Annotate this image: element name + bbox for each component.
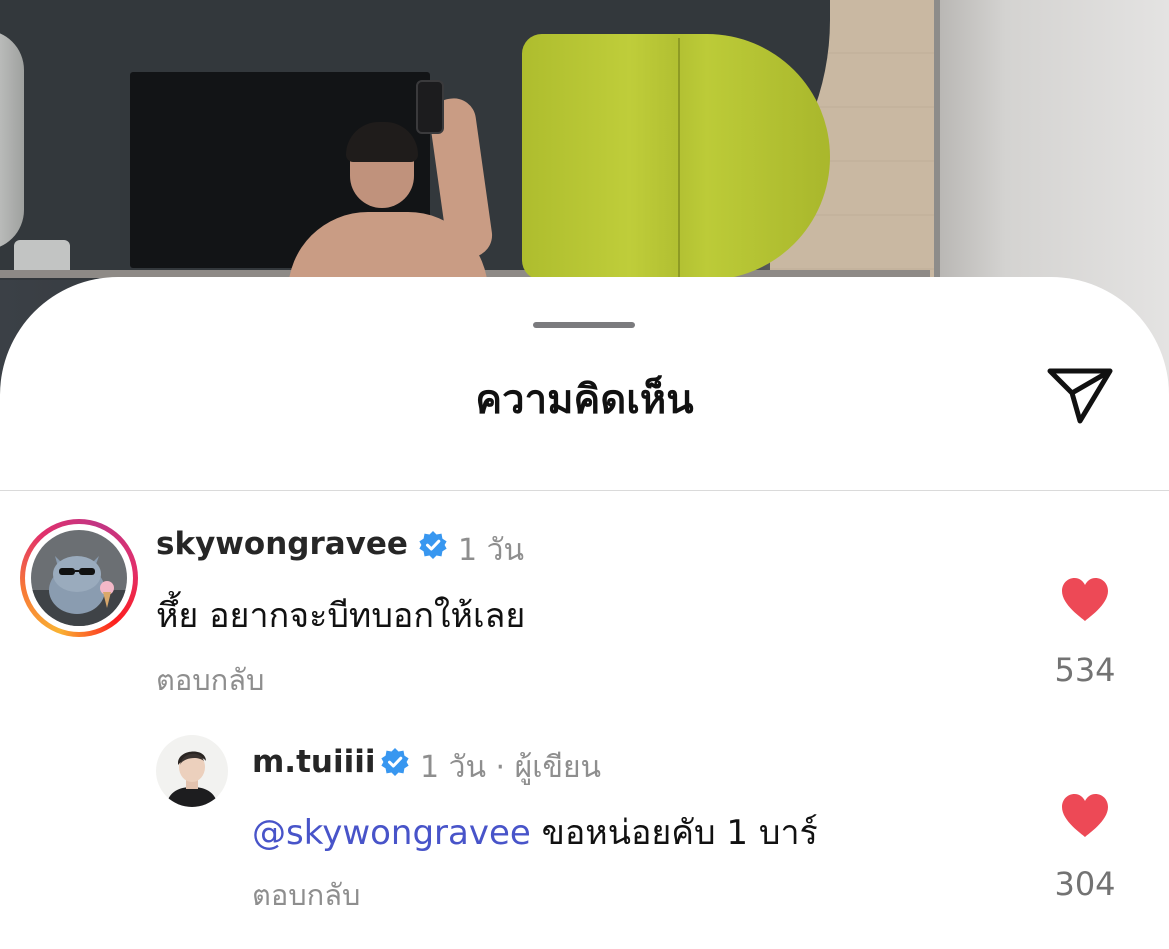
verified-badge-icon xyxy=(381,748,409,776)
like-count: 304 xyxy=(1054,865,1116,903)
reply-time: 1 วัน xyxy=(420,750,486,785)
comment-username[interactable]: skywongravee xyxy=(156,526,408,562)
avatar[interactable] xyxy=(156,735,228,807)
sheet-grabber[interactable] xyxy=(533,322,635,328)
screen: ความคิดเห็น skywongravee 1 วัน หึ้ย อยาก… xyxy=(0,0,1169,949)
verified-badge-icon xyxy=(419,531,447,559)
comment-time: 1 วัน xyxy=(458,533,524,568)
mention-link[interactable]: @skywongravee xyxy=(252,813,531,853)
like-count: 534 xyxy=(1054,651,1116,689)
reply-username[interactable]: m.tuiiii xyxy=(252,744,375,780)
comment-text: หึ้ย อยากจะบีทบอกให้เลย xyxy=(156,596,526,636)
reply-body: ขอหน่อยคับ 1 บาร์ xyxy=(541,813,818,853)
reply-button[interactable]: ตอบกลับ xyxy=(156,657,264,703)
author-label: ผู้เขียน xyxy=(514,750,602,785)
avatar[interactable] xyxy=(31,530,127,626)
heart-icon[interactable] xyxy=(1060,793,1110,839)
meta-separator: · xyxy=(495,750,506,785)
reply-meta: 1 วัน · ผู้เขียน xyxy=(420,744,601,791)
heart-icon[interactable] xyxy=(1060,577,1110,623)
reply-text: @skywongravee ขอหน่อยคับ 1 บาร์ xyxy=(252,805,818,859)
reply-button[interactable]: ตอบกลับ xyxy=(252,872,360,918)
comments-sheet: ความคิดเห็น skywongravee 1 วัน หึ้ย อยาก… xyxy=(0,277,1169,949)
header-divider xyxy=(0,490,1169,491)
paper-plane-icon[interactable] xyxy=(1044,363,1116,425)
sheet-title: ความคิดเห็น xyxy=(475,377,694,423)
